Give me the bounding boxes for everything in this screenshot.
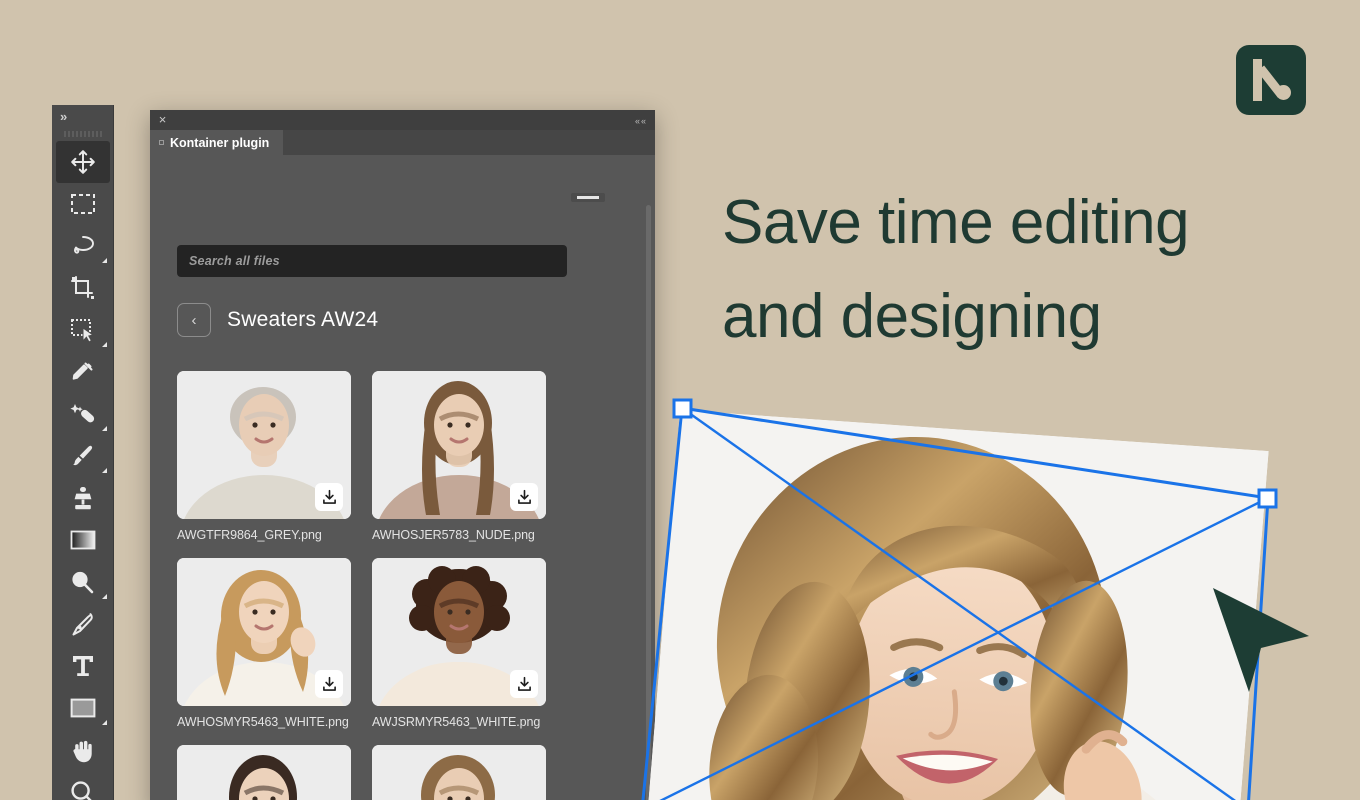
download-button[interactable] [315,670,343,698]
transform-handle-top-left [674,400,691,417]
promo-canvas: Save time editing and designing » × «« K… [0,0,1360,800]
photoshop-toolbar: » [52,105,114,800]
panel-tabbar: Kontainer plugin [150,130,655,155]
brush-tool[interactable] [56,435,110,477]
download-button[interactable] [510,670,538,698]
arrow-cursor [1205,580,1315,700]
file-card[interactable]: AWGTFR9864_GREY.png [177,371,351,558]
collapse-panel-icon[interactable]: «« [635,116,647,126]
file-thumbnail[interactable] [372,558,546,706]
file-thumbnail[interactable] [372,371,546,519]
file-card[interactable]: AWHOSJER5783_NUDE.png [372,371,546,558]
search-placeholder: Search all files [189,254,280,268]
page-title: Save time editing and designing [722,176,1322,364]
kontainer-logo [1236,45,1306,115]
transform-guide-diagonal-2 [642,498,1268,800]
canvas-artboard [600,380,1360,800]
file-card[interactable] [177,745,351,800]
breadcrumb: ‹ Sweaters AW24 [177,303,378,337]
file-card[interactable]: AWJSRMYR5463_WHITE.png [372,558,546,745]
dodge-tool[interactable] [56,561,110,603]
file-grid: AWGTFR9864_GREY.png AWHOSJER5783_NUDE.pn… [177,371,577,800]
close-icon[interactable]: × [156,113,169,126]
download-button[interactable] [315,483,343,511]
toolbar-drag-handle[interactable] [52,127,113,141]
file-thumbnail[interactable] [372,745,546,800]
file-name: AWJSRMYR5463_WHITE.png [372,706,546,745]
logo-glyph-stem [1253,59,1262,101]
tool-flyout-indicator [102,258,107,263]
transform-handle-top-right [1259,490,1276,507]
toolbar-expand-button[interactable]: » [52,105,113,127]
crop-tool[interactable] [56,267,110,309]
kontainer-plugin-panel: × «« Kontainer plugin Search all files ‹… [150,110,655,800]
move-tool[interactable] [56,141,110,183]
tab-indicator-icon [159,140,164,145]
file-name: AWGTFR9864_GREY.png [177,519,351,558]
rectangle-tool[interactable] [56,687,110,729]
rectangular-marquee-tool[interactable] [56,183,110,225]
tool-flyout-indicator [102,594,107,599]
hand-tool[interactable] [56,729,110,771]
download-button[interactable] [510,483,538,511]
tab-label: Kontainer plugin [170,136,269,150]
file-name: AWHOSJER5783_NUDE.png [372,519,546,558]
zoom-tool[interactable] [56,771,110,800]
tool-flyout-indicator [102,468,107,473]
gradient-tool[interactable] [56,519,110,561]
back-button[interactable]: ‹ [177,303,211,337]
panel-titlebar[interactable]: × «« [150,110,655,130]
file-thumbnail[interactable] [177,371,351,519]
eyedropper-tool[interactable] [56,351,110,393]
object-selection-tool[interactable] [56,309,110,351]
clone-stamp-tool[interactable] [56,477,110,519]
spot-healing-brush-tool[interactable] [56,393,110,435]
type-tool[interactable] [56,645,110,687]
file-thumbnail[interactable] [177,745,351,800]
folder-title: Sweaters AW24 [227,308,378,332]
minimize-button[interactable] [571,193,605,202]
logo-glyph-dot [1276,85,1291,100]
tool-flyout-indicator [102,426,107,431]
transform-guide-diagonal-1 [682,408,1248,800]
search-input[interactable]: Search all files [177,245,567,277]
file-card[interactable]: AWHOSMYR5463_WHITE.png [177,558,351,745]
tab-kontainer-plugin[interactable]: Kontainer plugin [150,130,283,155]
transform-bounding-box [642,408,1268,800]
pen-tool[interactable] [56,603,110,645]
file-card[interactable] [372,745,546,800]
tool-flyout-indicator [102,720,107,725]
file-thumbnail[interactable] [177,558,351,706]
file-name: AWHOSMYR5463_WHITE.png [177,706,351,745]
lasso-tool[interactable] [56,225,110,267]
panel-body: Search all files ‹ Sweaters AW24 AWGTFR9… [150,155,655,800]
tool-flyout-indicator [102,342,107,347]
